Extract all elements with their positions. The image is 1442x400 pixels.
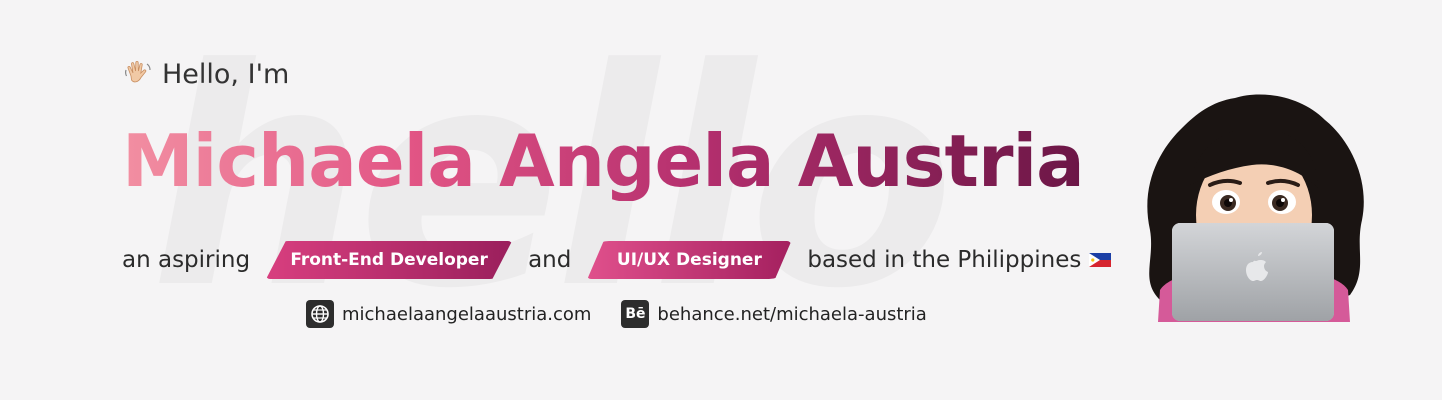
contact-links: michaelaangelaaustria.com Bē behance.net… <box>306 300 927 328</box>
behance-icon: Bē <box>621 300 650 328</box>
tagline-suffix: based in the Philippines <box>807 247 1082 273</box>
tagline-joiner: and <box>528 247 572 273</box>
tagline: an aspiring Front-End Developer and UI/U… <box>122 240 1112 280</box>
website-link[interactable]: michaelaangelaaustria.com <box>306 300 591 328</box>
philippines-flag-icon <box>1089 253 1112 267</box>
behance-link[interactable]: Bē behance.net/michaela-austria <box>621 300 927 328</box>
behance-label: behance.net/michaela-austria <box>657 303 927 325</box>
tagline-prefix: an aspiring <box>122 247 251 273</box>
waving-hand-icon <box>125 61 151 83</box>
full-name-heading: Michaela Angela Austria <box>122 119 1085 203</box>
greeting: Hello, I'm <box>122 58 289 90</box>
role-badge-frontend: Front-End Developer <box>266 241 513 279</box>
header-banner: Hello, I'm Michaela Angela Austria an as… <box>0 0 1442 400</box>
greeting-text: Hello, I'm <box>162 58 290 90</box>
globe-icon <box>306 300 334 328</box>
memoji-avatar-with-laptop <box>1147 94 1364 322</box>
role-badge-uiux: UI/UX Designer <box>587 241 792 279</box>
website-label: michaelaangelaaustria.com <box>342 303 592 325</box>
